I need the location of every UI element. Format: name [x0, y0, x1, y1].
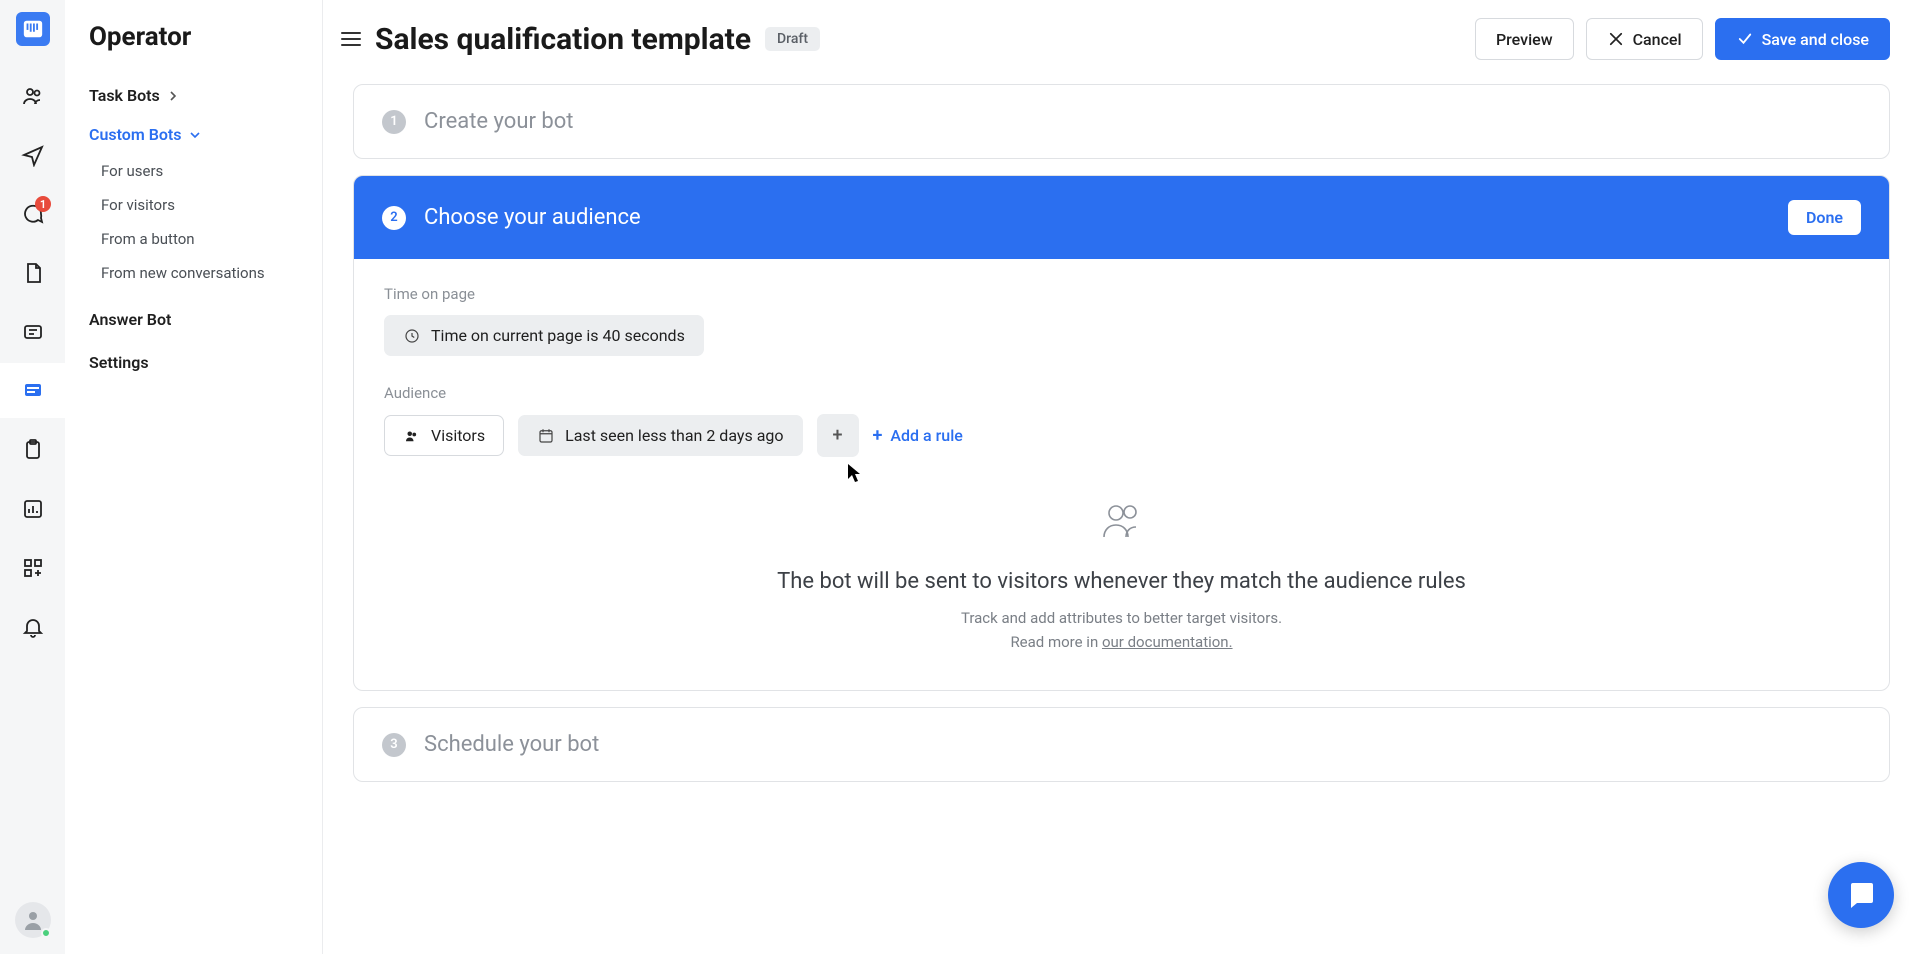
apps-grid-icon — [21, 556, 45, 580]
audience-empty-state: The bot will be sent to visitors wheneve… — [384, 457, 1859, 654]
rail-item-clipboard[interactable] — [0, 422, 65, 477]
nav-answer-bot[interactable]: Answer Bot — [65, 298, 322, 341]
nav-custom-bots[interactable]: Custom Bots — [65, 115, 322, 154]
people-icon — [21, 84, 45, 108]
clipboard-icon — [21, 438, 45, 462]
step-2-number: 2 — [382, 206, 406, 230]
chevron-right-icon — [168, 91, 178, 101]
inbox-badge: 1 — [35, 196, 51, 212]
rail-item-people[interactable] — [0, 68, 65, 123]
done-button[interactable]: Done — [1788, 200, 1861, 235]
save-and-close-button[interactable]: Save and close — [1715, 18, 1890, 60]
visitors-chip-label: Visitors — [431, 426, 485, 445]
rail-item-outbound[interactable] — [0, 127, 65, 182]
step-3-number: 3 — [382, 733, 406, 757]
icon-rail: 1 — [0, 0, 65, 954]
nav-settings[interactable]: Settings — [65, 341, 322, 384]
side-nav: Operator Task Bots Custom Bots For users… — [65, 0, 323, 954]
step-2-title: Choose your audience — [424, 205, 641, 230]
chevron-down-icon — [190, 130, 200, 140]
save-label: Save and close — [1762, 30, 1869, 49]
empty-sub-line2-prefix: Read more in — [1010, 633, 1102, 651]
people-outline-icon — [1098, 497, 1146, 545]
message-icon — [21, 320, 45, 344]
sidebar-title: Operator — [65, 16, 322, 76]
main-panel: Sales qualification template Draft Previ… — [323, 0, 1920, 954]
empty-title: The bot will be sent to visitors wheneve… — [384, 569, 1859, 594]
step-schedule-bot[interactable]: 3 Schedule your bot — [353, 707, 1890, 782]
step-1-number: 1 — [382, 110, 406, 134]
bar-chart-icon — [21, 497, 45, 521]
nav-custom-bots-label: Custom Bots — [89, 125, 182, 144]
last-seen-chip[interactable]: Last seen less than 2 days ago — [518, 415, 802, 456]
clock-icon — [403, 327, 421, 345]
nav-task-bots-label: Task Bots — [89, 86, 160, 105]
time-on-page-label: Time on page — [384, 285, 1859, 303]
user-icon — [21, 908, 45, 932]
add-rule-label: Add a rule — [890, 426, 962, 445]
preview-button[interactable]: Preview — [1475, 18, 1574, 60]
step-2-header[interactable]: 2 Choose your audience Done — [354, 176, 1889, 259]
content-area: 1 Create your bot 2 Choose your audience… — [323, 78, 1920, 954]
close-icon — [1607, 30, 1625, 48]
rail-item-operator[interactable] — [0, 363, 65, 418]
rail-item-articles[interactable] — [0, 245, 65, 300]
cancel-button[interactable]: Cancel — [1586, 18, 1703, 60]
empty-sub-line1: Track and add attributes to better targe… — [961, 609, 1282, 627]
visitors-chip[interactable]: Visitors — [384, 415, 504, 456]
send-icon — [21, 143, 45, 167]
step-1-title: Create your bot — [424, 109, 573, 134]
cancel-label: Cancel — [1633, 30, 1682, 49]
documentation-link[interactable]: our documentation. — [1102, 633, 1233, 651]
last-seen-chip-label: Last seen less than 2 days ago — [565, 426, 783, 445]
add-rule-button[interactable]: + Add a rule — [873, 425, 963, 446]
rail-item-reports[interactable] — [0, 481, 65, 536]
rail-item-messages[interactable] — [0, 304, 65, 359]
document-icon — [21, 261, 45, 285]
bell-icon — [21, 615, 45, 639]
nav-from-button[interactable]: From a button — [65, 222, 322, 256]
intercom-launcher-icon — [1845, 879, 1877, 911]
draft-badge: Draft — [765, 27, 820, 51]
plus-icon: + — [833, 425, 843, 446]
rail-item-apps[interactable] — [0, 540, 65, 595]
audience-label: Audience — [384, 384, 1859, 402]
top-bar: Sales qualification template Draft Previ… — [323, 0, 1920, 78]
chat-launcher[interactable] — [1828, 862, 1894, 928]
nav-for-visitors[interactable]: For visitors — [65, 188, 322, 222]
check-icon — [1736, 30, 1754, 48]
nav-for-users[interactable]: For users — [65, 154, 322, 188]
nav-task-bots[interactable]: Task Bots — [65, 76, 322, 115]
user-avatar[interactable] — [15, 902, 51, 938]
operator-icon — [21, 379, 45, 403]
app-logo[interactable] — [16, 12, 50, 46]
step-3-title: Schedule your bot — [424, 732, 599, 757]
rail-item-inbox[interactable]: 1 — [0, 186, 65, 241]
step-choose-audience: 2 Choose your audience Done Time on page… — [353, 175, 1890, 691]
add-condition-button[interactable]: + — [817, 414, 859, 457]
toggle-sidebar-button[interactable] — [341, 28, 361, 50]
page-title: Sales qualification template — [375, 22, 751, 57]
step-create-bot[interactable]: 1 Create your bot — [353, 84, 1890, 159]
visitors-icon — [403, 427, 421, 445]
time-rule-chip[interactable]: Time on current page is 40 seconds — [384, 315, 704, 356]
presence-indicator — [41, 928, 51, 938]
calendar-icon — [537, 427, 555, 445]
rail-item-notifications[interactable] — [0, 599, 65, 654]
intercom-logo-icon — [22, 18, 44, 40]
plus-icon: + — [873, 425, 883, 446]
nav-from-new-conversations[interactable]: From new conversations — [65, 256, 322, 290]
time-rule-text: Time on current page is 40 seconds — [431, 326, 685, 345]
